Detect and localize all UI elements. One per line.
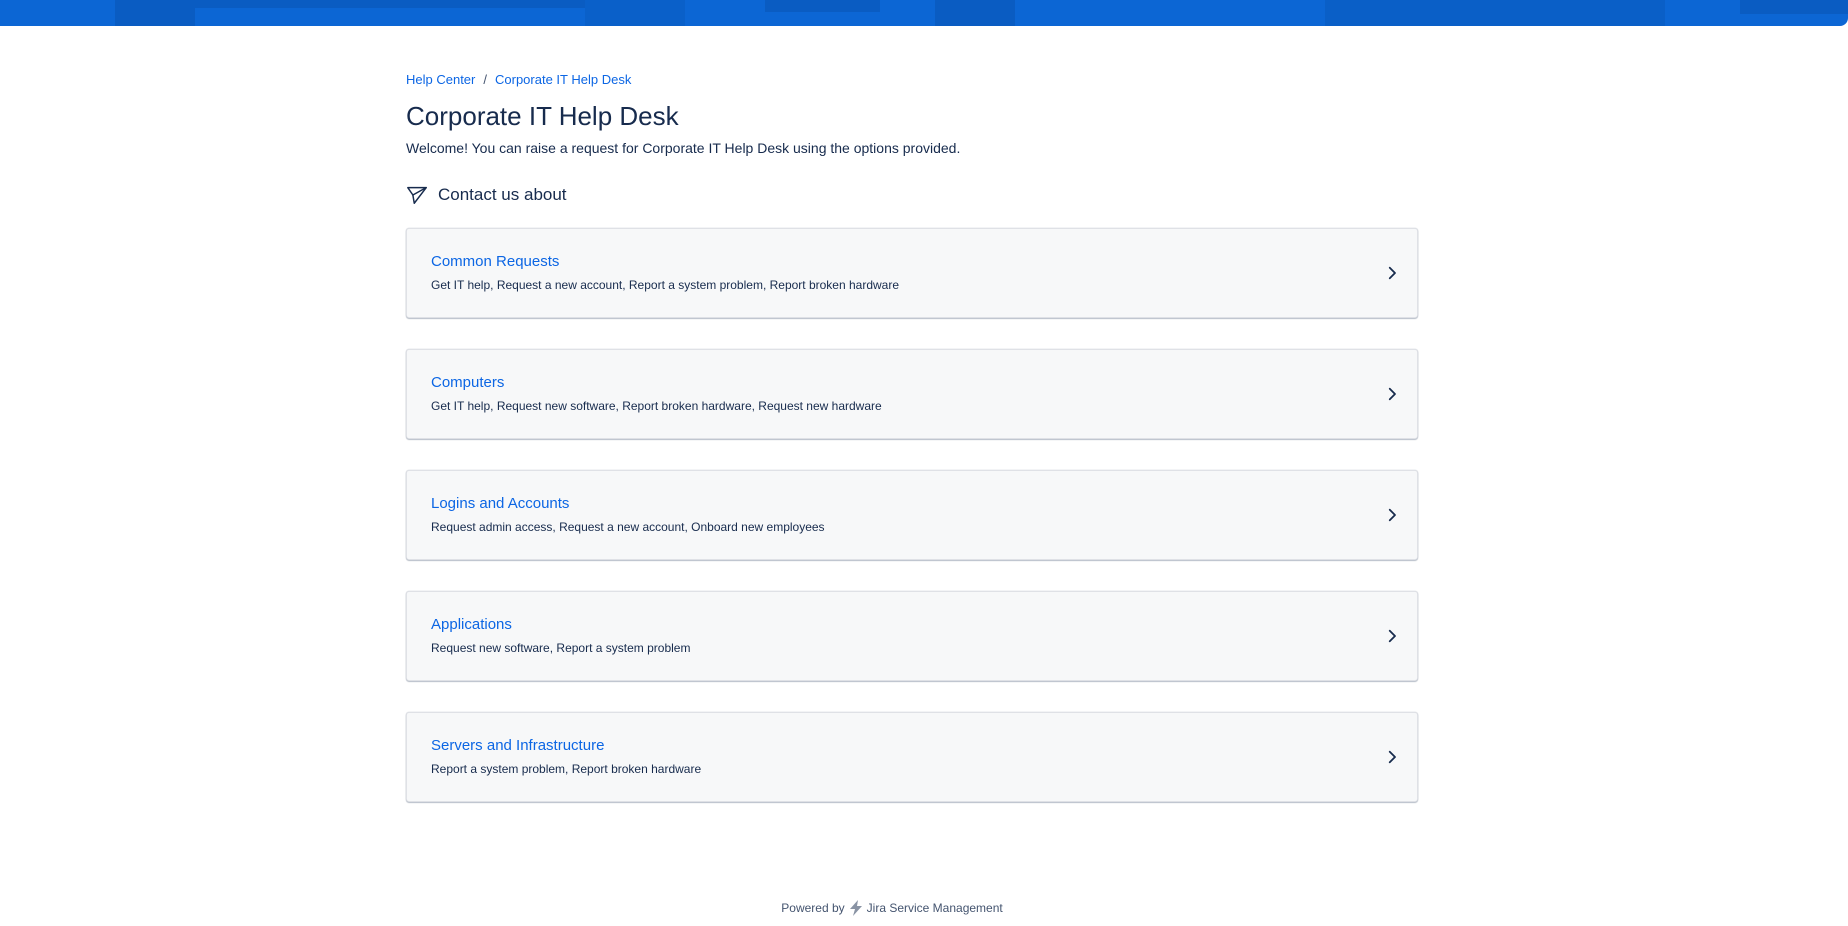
group-description: Request admin access, Request a new acco… [431,520,825,534]
breadcrumb-separator: / [483,71,487,87]
group-title[interactable]: Servers and Infrastructure [431,737,604,755]
section-label: Contact us about [438,185,567,204]
group-description: Report a system problem, Report broken h… [431,762,702,776]
page-title: Corporate IT Help Desk [406,101,679,131]
breadcrumb: Help Center / Corporate IT Help Desk [406,70,1418,88]
group-title[interactable]: Logins and Accounts [431,495,569,513]
chevron-right-icon [1383,627,1401,645]
footer: Powered by Jira Service Management [0,898,1816,918]
lightning-bolt-icon [849,900,863,916]
powered-by-text: Powered by [781,901,845,915]
group-description: Get IT help, Request new software, Repor… [431,399,882,413]
main-content: Help Center / Corporate IT Help Desk Cor… [406,70,1418,833]
group-card-computers[interactable]: Computers Get IT help, Request new softw… [406,349,1418,439]
group-card-common-requests[interactable]: Common Requests Get IT help, Request a n… [406,228,1418,318]
group-title[interactable]: Common Requests [431,253,559,271]
group-card-logins-and-accounts[interactable]: Logins and Accounts Request admin access… [406,470,1418,560]
chevron-right-icon [1383,748,1401,766]
paper-plane-icon [406,184,428,206]
chevron-right-icon [1383,506,1401,524]
request-group-list: Common Requests Get IT help, Request a n… [406,228,1418,802]
chevron-right-icon [1383,264,1401,282]
group-title[interactable]: Computers [431,374,504,392]
contact-us-header: Contact us about [406,182,1418,208]
breadcrumb-help-center[interactable]: Help Center [406,72,475,87]
header-banner [0,0,1848,26]
jira-service-management-link[interactable]: Jira Service Management [867,901,1003,915]
group-card-servers-and-infrastructure[interactable]: Servers and Infrastructure Report a syst… [406,712,1418,802]
welcome-message: Welcome! You can raise a request for Cor… [406,140,961,156]
group-card-applications[interactable]: Applications Request new software, Repor… [406,591,1418,681]
breadcrumb-corporate-it-help-desk[interactable]: Corporate IT Help Desk [495,72,631,87]
chevron-right-icon [1383,385,1401,403]
group-description: Request new software, Report a system pr… [431,641,691,655]
group-title[interactable]: Applications [431,616,512,634]
group-description: Get IT help, Request a new account, Repo… [431,278,900,292]
